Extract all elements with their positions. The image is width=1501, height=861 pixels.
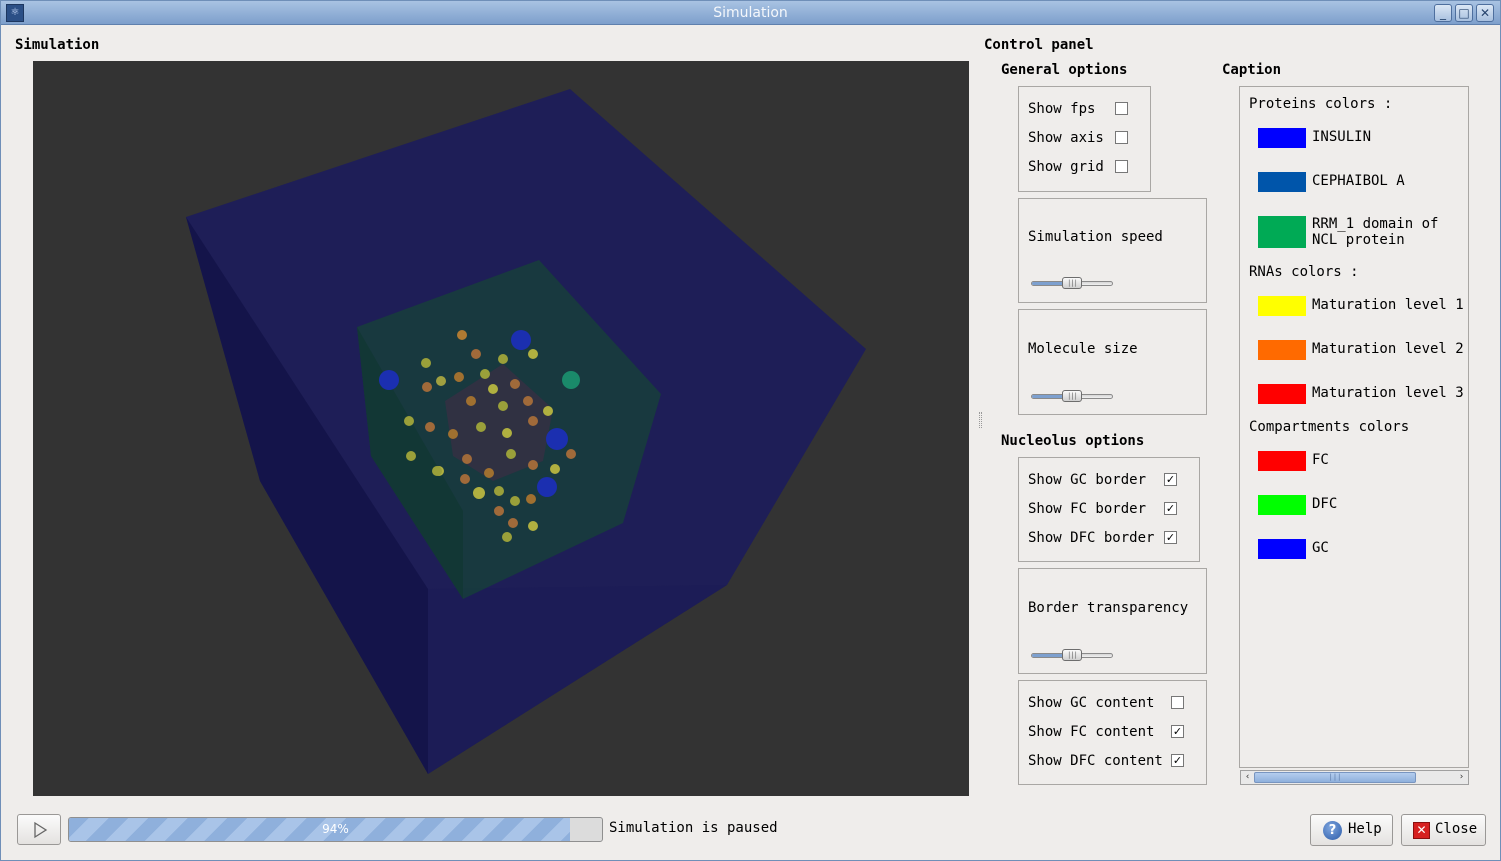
maturation-3-label: Maturation level 3 xyxy=(1312,385,1464,401)
simulation-viewport[interactable] xyxy=(33,61,969,796)
simulation-speed-label: Simulation speed xyxy=(1028,229,1163,245)
window-title: Simulation xyxy=(713,5,788,21)
molecule-size-group: Molecule size ||| xyxy=(1018,309,1207,415)
dfc-swatch xyxy=(1258,495,1306,515)
show-gc-border-label: Show GC border xyxy=(1028,472,1147,488)
nucleolus-3d-render xyxy=(186,89,866,774)
show-gc-content-checkbox[interactable] xyxy=(1171,696,1184,709)
simulation-heading: Simulation xyxy=(15,37,100,53)
show-gc-border-checkbox[interactable]: ✓ xyxy=(1164,473,1177,486)
play-icon xyxy=(34,821,48,839)
general-options-heading: General options xyxy=(1001,62,1128,78)
content-checkbox-group: Show GC content Show FC content ✓ Show D… xyxy=(1018,680,1207,785)
molecule-size-slider[interactable]: ||| xyxy=(1031,390,1113,402)
show-grid-label: Show grid xyxy=(1028,159,1104,175)
maturation-1-label: Maturation level 1 xyxy=(1312,297,1464,313)
minimize-icon[interactable]: _ xyxy=(1434,4,1452,22)
maturation-1-swatch xyxy=(1258,296,1306,316)
show-fc-content-label: Show FC content xyxy=(1028,724,1155,740)
scroll-thumb[interactable]: ||| xyxy=(1254,772,1416,783)
simulation-progress-bar: 94% xyxy=(68,817,603,842)
border-transparency-group: Border transparency ||| xyxy=(1018,568,1207,674)
compartments-colors-heading: Compartments colors xyxy=(1249,419,1410,435)
simulation-speed-group: Simulation speed ||| xyxy=(1018,198,1207,303)
caption-horizontal-scrollbar[interactable]: ‹ ||| › xyxy=(1240,770,1469,785)
dfc-label: DFC xyxy=(1312,496,1338,512)
close-icon: ✕ xyxy=(1413,822,1430,839)
scroll-right-arrow-icon[interactable]: › xyxy=(1455,771,1468,784)
close-label: Close xyxy=(1435,821,1478,837)
simulation-speed-handle[interactable]: ||| xyxy=(1062,277,1082,289)
show-fc-border-checkbox[interactable]: ✓ xyxy=(1164,502,1177,515)
show-fc-content-checkbox[interactable]: ✓ xyxy=(1171,725,1184,738)
gc-swatch xyxy=(1258,539,1306,559)
show-dfc-border-label: Show DFC border xyxy=(1028,530,1155,546)
title-bar[interactable]: ⚛ Simulation _ □ ✕ xyxy=(1,1,1500,25)
border-checkbox-group: Show GC border ✓ Show FC border ✓ Show D… xyxy=(1018,457,1200,562)
help-button[interactable]: ? Help xyxy=(1310,814,1393,846)
show-fc-border-label: Show FC border xyxy=(1028,501,1147,517)
help-icon: ? xyxy=(1323,821,1342,840)
maturation-2-label: Maturation level 2 xyxy=(1312,341,1464,357)
molecule-size-label: Molecule size xyxy=(1028,341,1138,357)
border-transparency-slider[interactable]: ||| xyxy=(1031,649,1113,661)
simulation-status: Simulation is paused xyxy=(609,820,778,836)
close-window-icon[interactable]: ✕ xyxy=(1476,4,1494,22)
border-transparency-label: Border transparency xyxy=(1028,600,1189,616)
proteins-colors-heading: Proteins colors : xyxy=(1249,96,1393,112)
maturation-2-swatch xyxy=(1258,340,1306,360)
fc-label: FC xyxy=(1312,452,1329,468)
panel-splitter-handle[interactable] xyxy=(979,412,982,428)
rrm-label-line1: RRM_1 domain of xyxy=(1312,216,1439,232)
close-button[interactable]: ✕ Close xyxy=(1401,814,1486,846)
rrm-swatch xyxy=(1258,216,1306,248)
progress-text: 94% xyxy=(322,822,349,836)
show-axis-label: Show axis xyxy=(1028,130,1104,146)
control-panel-heading: Control panel xyxy=(984,37,1094,53)
nucleolus-options-heading: Nucleolus options xyxy=(1001,433,1145,449)
show-fps-label: Show fps xyxy=(1028,101,1096,117)
rrm-label: RRM_1 domain of NCL protein xyxy=(1312,216,1438,248)
insulin-label: INSULIN xyxy=(1312,129,1372,145)
rnas-colors-heading: RNAs colors : xyxy=(1249,264,1359,280)
gc-label: GC xyxy=(1312,540,1329,556)
show-grid-checkbox[interactable] xyxy=(1115,160,1128,173)
show-dfc-content-checkbox[interactable]: ✓ xyxy=(1171,754,1184,767)
simulation-speed-slider[interactable]: ||| xyxy=(1031,277,1113,289)
maximize-icon[interactable]: □ xyxy=(1455,4,1473,22)
show-axis-checkbox[interactable] xyxy=(1115,131,1128,144)
scroll-left-arrow-icon[interactable]: ‹ xyxy=(1241,771,1254,784)
show-dfc-content-label: Show DFC content xyxy=(1028,753,1163,769)
maturation-3-swatch xyxy=(1258,384,1306,404)
caption-panel: Proteins colors : INSULIN CEPHAIBOL A RR… xyxy=(1239,86,1469,768)
simulation-window: ⚛ Simulation _ □ ✕ Simulation Control pa… xyxy=(0,0,1501,861)
show-fps-checkbox[interactable] xyxy=(1115,102,1128,115)
general-checkbox-group: Show fps Show axis Show grid xyxy=(1018,86,1151,192)
border-transparency-handle[interactable]: ||| xyxy=(1062,649,1082,661)
insulin-swatch xyxy=(1258,128,1306,148)
help-label: Help xyxy=(1348,821,1382,837)
molecule-size-handle[interactable]: ||| xyxy=(1062,390,1082,402)
cephaibol-swatch xyxy=(1258,172,1306,192)
play-button[interactable] xyxy=(17,814,61,845)
show-dfc-border-checkbox[interactable]: ✓ xyxy=(1164,531,1177,544)
cephaibol-label: CEPHAIBOL A xyxy=(1312,173,1405,189)
caption-heading: Caption xyxy=(1222,62,1282,78)
show-gc-content-label: Show GC content xyxy=(1028,695,1155,711)
rrm-label-line2: NCL protein xyxy=(1312,232,1405,248)
fc-swatch xyxy=(1258,451,1306,471)
